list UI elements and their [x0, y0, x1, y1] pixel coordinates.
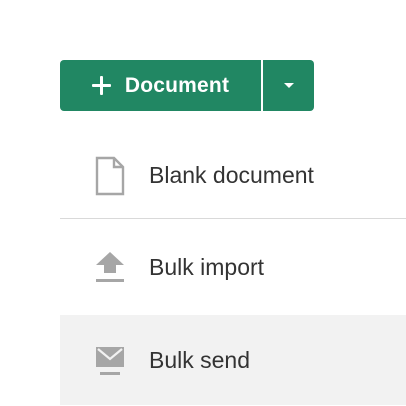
menu-item-label: Blank document: [149, 162, 314, 188]
new-document-label: Document: [124, 73, 230, 97]
upload-icon: [93, 247, 127, 287]
envelope-tray-icon: [93, 340, 127, 380]
new-document-split-button: Document: [60, 60, 314, 111]
file-icon: [93, 156, 127, 196]
menu-item-bulk-import[interactable]: Bulk import: [60, 219, 406, 315]
document-menu-panel: Document Blank document Bulk import Bulk…: [0, 0, 406, 406]
new-document-button[interactable]: Document: [60, 60, 261, 111]
menu-item-bulk-send[interactable]: Bulk send: [60, 315, 406, 405]
caret-down-icon: [283, 83, 294, 88]
document-dropdown-menu: Blank document Bulk import Bulk send: [60, 133, 406, 405]
menu-item-label: Bulk send: [149, 346, 251, 373]
menu-item-blank-document[interactable]: Blank document: [60, 133, 406, 219]
plus-icon: [91, 76, 111, 95]
menu-item-label: Bulk import: [149, 253, 265, 280]
new-document-dropdown-toggle[interactable]: [263, 60, 314, 111]
